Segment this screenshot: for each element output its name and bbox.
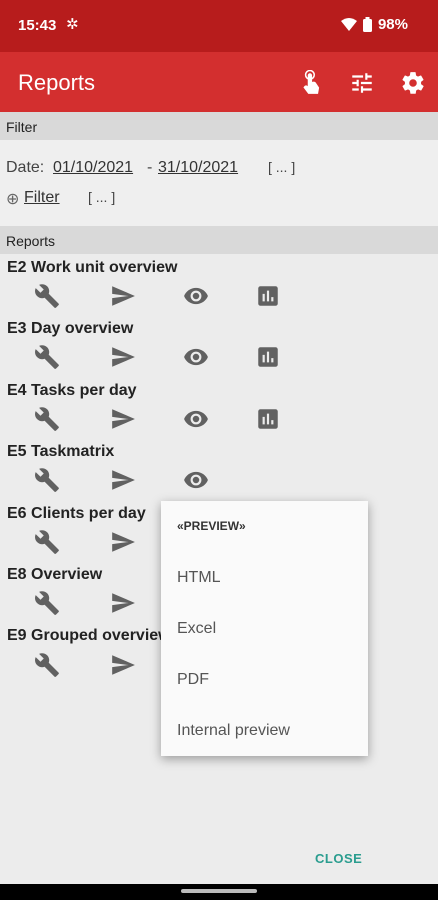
menu-item-pdf[interactable]: PDF xyxy=(177,671,209,689)
report-title: E2 Work unit overview xyxy=(7,259,178,276)
eye-icon[interactable] xyxy=(183,406,209,432)
date-to-link[interactable]: 31/10/2021 xyxy=(158,159,238,177)
bar-chart-icon[interactable] xyxy=(255,283,281,309)
status-right: 98% xyxy=(340,16,408,33)
eye-icon[interactable] xyxy=(183,283,209,309)
report-title: E9 Grouped overview xyxy=(7,627,171,644)
close-button[interactable]: CLOSE xyxy=(315,851,362,866)
wrench-icon[interactable] xyxy=(34,590,60,616)
battery-icon xyxy=(362,17,372,32)
wrench-icon[interactable] xyxy=(34,344,60,370)
reports-section-header: Reports xyxy=(0,226,438,254)
bar-chart-icon[interactable] xyxy=(255,406,281,432)
preview-menu: «PREVIEW» HTML Excel PDF Internal previe… xyxy=(161,501,368,756)
wrench-icon[interactable] xyxy=(34,467,60,493)
date-more-button[interactable]: [ ... ] xyxy=(268,159,295,175)
date-from-link[interactable]: 01/10/2021 xyxy=(53,159,133,177)
report-title: E3 Day overview xyxy=(7,320,134,337)
app-bar: Reports xyxy=(0,52,438,112)
wifi-icon xyxy=(340,17,357,31)
preview-menu-header: «PREVIEW» xyxy=(177,519,246,533)
report-title: E5 Taskmatrix xyxy=(7,443,115,460)
send-icon[interactable] xyxy=(110,344,136,370)
report-title: E6 Clients per day xyxy=(7,505,146,522)
bar-chart-icon[interactable] xyxy=(255,344,281,370)
status-bar: 15:43 ✲ 98% xyxy=(0,0,438,52)
filter-area: Date: 01/10/2021 - 31/10/2021 [ ... ] ⊕ … xyxy=(0,140,438,226)
status-time: 15:43 xyxy=(18,17,57,34)
date-separator: - xyxy=(147,159,153,176)
send-icon[interactable] xyxy=(110,406,136,432)
filter-section-header: Filter xyxy=(0,112,438,140)
eye-icon[interactable] xyxy=(183,467,209,493)
filter-link[interactable]: Filter xyxy=(24,189,60,207)
wrench-icon[interactable] xyxy=(34,529,60,555)
menu-item-html[interactable]: HTML xyxy=(177,569,221,587)
tune-icon[interactable] xyxy=(349,70,375,96)
report-title: E8 Overview xyxy=(7,566,103,583)
wrench-icon[interactable] xyxy=(34,283,60,309)
send-icon[interactable] xyxy=(110,652,136,678)
filter-more-button[interactable]: [ ... ] xyxy=(88,189,115,205)
report-title: E4 Tasks per day xyxy=(7,382,137,399)
menu-item-excel[interactable]: Excel xyxy=(177,620,216,638)
wrench-icon[interactable] xyxy=(34,652,60,678)
battery-level: 98% xyxy=(377,16,408,33)
navigation-bar xyxy=(0,884,438,900)
settings-status-icon: ✲ xyxy=(66,16,79,33)
date-label: Date: xyxy=(6,159,45,176)
send-icon[interactable] xyxy=(110,283,136,309)
settings-icon[interactable] xyxy=(400,70,426,96)
page-title: Reports xyxy=(18,70,96,95)
send-icon[interactable] xyxy=(110,590,136,616)
menu-item-internal-preview[interactable]: Internal preview xyxy=(177,722,290,740)
send-icon[interactable] xyxy=(110,467,136,493)
touch-icon[interactable] xyxy=(298,70,324,96)
add-filter-icon: ⊕ xyxy=(6,191,20,208)
send-icon[interactable] xyxy=(110,529,136,555)
wrench-icon[interactable] xyxy=(34,406,60,432)
eye-icon[interactable] xyxy=(183,344,209,370)
home-handle[interactable] xyxy=(181,889,257,893)
